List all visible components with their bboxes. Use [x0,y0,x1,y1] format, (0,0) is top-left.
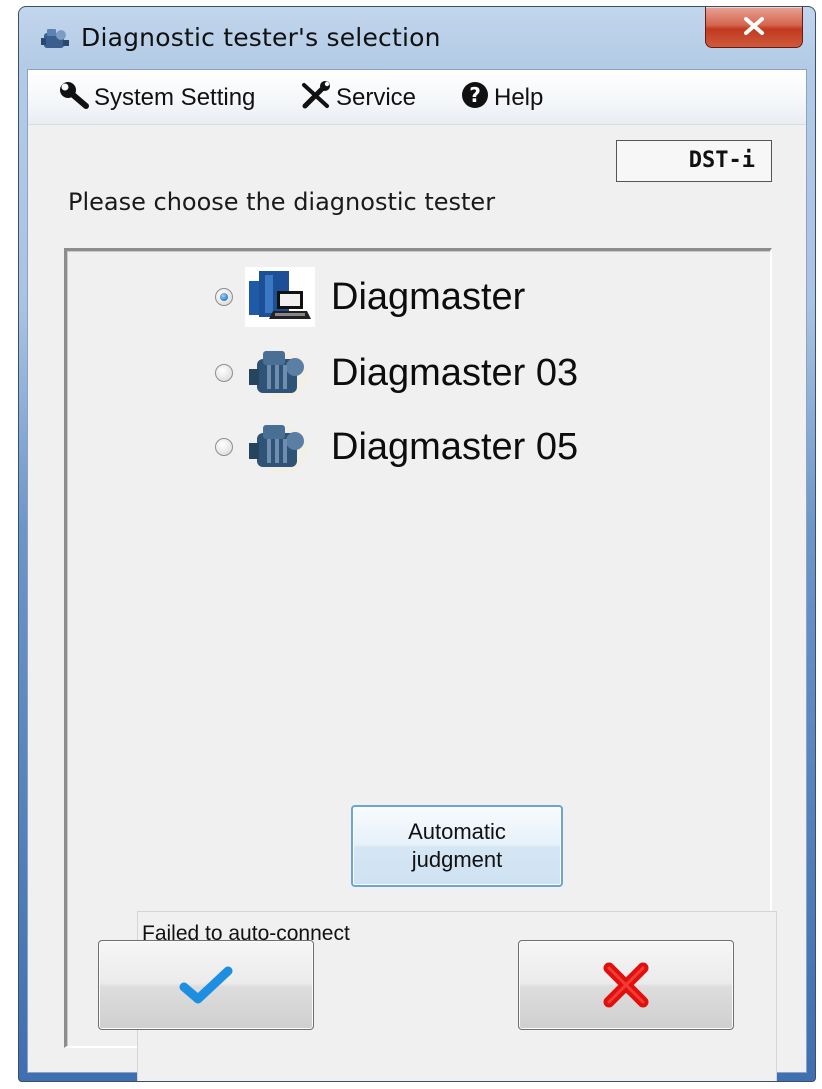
engine-icon [245,417,315,477]
menu-bar: System Setting Service ? Help [28,70,806,125]
svg-text:?: ? [469,83,481,107]
option-diagmaster-03[interactable]: Diagmaster 03 [215,339,578,407]
close-button[interactable] [705,7,803,48]
help-icon: ? [460,80,490,117]
option-diagmaster-label: Diagmaster [331,275,526,318]
option-diagmaster[interactable]: Diagmaster [215,263,525,331]
dialog-body: System Setting Service ? Help DST-i Plea… [27,69,807,1081]
automatic-judgment-line1: Automatic [408,819,506,844]
window-title: Diagnostic tester's selection [81,23,441,52]
radio-diagmaster-05[interactable] [215,438,233,456]
radio-diagmaster[interactable] [215,288,233,306]
checkmark-icon [179,966,233,1004]
diagmaster-laptop-icon [245,267,315,327]
option-diagmaster-05[interactable]: Diagmaster 05 [215,413,578,481]
red-x-icon [603,962,649,1008]
prompt-text: Please choose the diagnostic tester [68,188,496,216]
app-engine-icon [41,27,69,53]
option-diagmaster-05-label: Diagmaster 05 [331,425,579,468]
wrench-icon [58,81,90,116]
tools-icon [300,80,332,116]
tester-selection-panel: Diagmaster Diagmaster 03 Diagmaster 05 A… [64,248,777,1081]
menu-help[interactable]: ? Help [460,80,544,117]
cancel-button[interactable] [518,940,734,1030]
dialog-window: Diagnostic tester's selection System Set… [18,6,816,1082]
menu-service-label: Service [336,84,417,111]
menu-system-setting[interactable]: System Setting [58,81,256,116]
menu-system-setting-label: System Setting [94,84,256,111]
title-bar[interactable]: Diagnostic tester's selection [19,7,815,69]
engine-icon [245,343,315,403]
option-diagmaster-03-label: Diagmaster 03 [331,351,579,394]
menu-help-label: Help [494,84,544,111]
device-tag: DST-i [616,140,772,182]
automatic-judgment-button[interactable]: Automatic judgment [351,805,563,887]
radio-diagmaster-03[interactable] [215,364,233,382]
ok-button[interactable] [98,940,314,1030]
automatic-judgment-label: Automatic judgment [408,818,506,874]
menu-service[interactable]: Service [300,80,417,116]
close-icon [744,17,764,35]
automatic-judgment-line2: judgment [411,847,503,872]
